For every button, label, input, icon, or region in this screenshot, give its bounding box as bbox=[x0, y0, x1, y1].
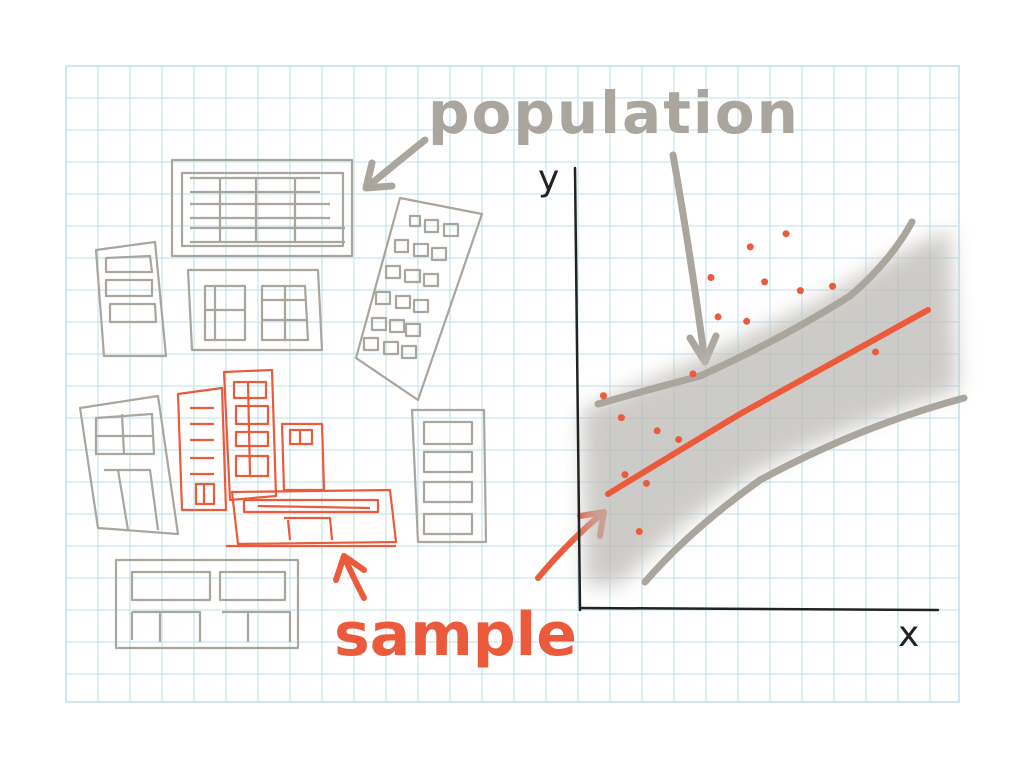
data-point bbox=[635, 528, 643, 536]
data-point bbox=[642, 479, 650, 487]
data-point bbox=[689, 370, 697, 378]
data-point bbox=[761, 278, 769, 286]
data-point bbox=[782, 230, 790, 238]
data-point bbox=[796, 287, 804, 295]
data-point bbox=[621, 471, 629, 479]
data-point bbox=[872, 348, 880, 356]
x-axis-label: x bbox=[898, 614, 919, 655]
data-point bbox=[675, 436, 683, 444]
population-label: population bbox=[428, 79, 800, 147]
sample-label: sample bbox=[334, 600, 577, 670]
data-point bbox=[714, 313, 722, 321]
data-point bbox=[743, 317, 751, 325]
data-point bbox=[746, 243, 754, 251]
data-point bbox=[829, 282, 837, 290]
sketch-canvas: population sample y x bbox=[65, 65, 968, 703]
data-point bbox=[653, 427, 661, 435]
data-point bbox=[617, 414, 625, 422]
y-axis-label: y bbox=[538, 158, 559, 199]
data-point bbox=[599, 392, 607, 400]
data-point bbox=[707, 274, 715, 281]
